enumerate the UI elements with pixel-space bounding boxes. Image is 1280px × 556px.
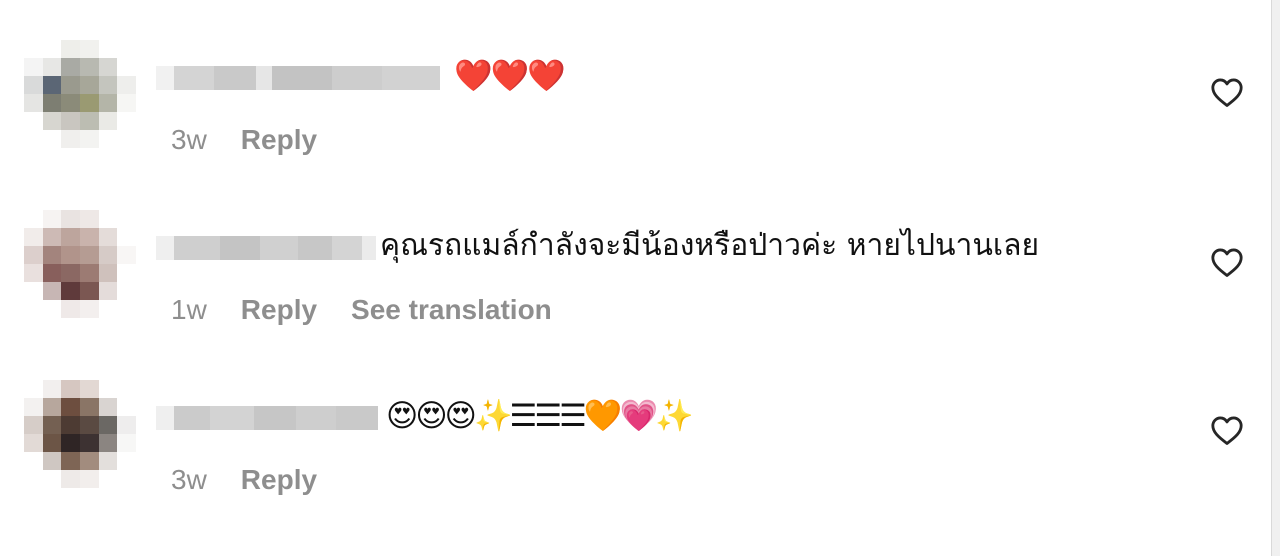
avatar[interactable]: [24, 380, 136, 488]
reply-button[interactable]: Reply: [241, 124, 317, 156]
username-blurred[interactable]: [156, 58, 440, 98]
comment-meta: 3w Reply: [171, 462, 351, 498]
comment-text: 😍😍😍✨☰☰☰🧡💗✨: [386, 398, 694, 434]
avatar[interactable]: [24, 210, 136, 318]
comment-time: 3w: [171, 464, 207, 495]
scrollbar-track[interactable]: [1271, 0, 1280, 556]
heart-outline-icon[interactable]: [1210, 414, 1244, 446]
heart-outline-icon[interactable]: [1210, 246, 1244, 278]
comment-item: ❤️❤️❤️ 3w Reply: [0, 40, 1272, 180]
comment-item: 😍😍😍✨☰☰☰🧡💗✨ 3w Reply: [0, 380, 1272, 520]
username-blurred[interactable]: [156, 228, 376, 268]
avatar[interactable]: [24, 40, 136, 148]
comments-panel: ❤️❤️❤️ 3w Reply คุณรถแมล์กำลังจะมีน้องหร…: [0, 0, 1272, 556]
heart-outline-icon[interactable]: [1210, 76, 1244, 108]
comment-meta: 1w Reply See translation: [171, 292, 552, 328]
reply-button[interactable]: Reply: [241, 294, 317, 326]
comment-time: 1w: [171, 294, 207, 325]
comment-time: 3w: [171, 124, 207, 155]
comment-item: คุณรถแมล์กำลังจะมีน้องหรือป่าวค่ะ หายไปน…: [0, 210, 1272, 350]
see-translation-button[interactable]: See translation: [351, 294, 552, 326]
comment-text: คุณรถแมล์กำลังจะมีน้องหรือป่าวค่ะ หายไปน…: [380, 228, 1040, 263]
comment-text: ❤️❤️❤️: [454, 58, 566, 94]
reply-button[interactable]: Reply: [241, 464, 317, 496]
username-blurred[interactable]: [156, 398, 378, 438]
comment-meta: 3w Reply: [171, 122, 351, 158]
